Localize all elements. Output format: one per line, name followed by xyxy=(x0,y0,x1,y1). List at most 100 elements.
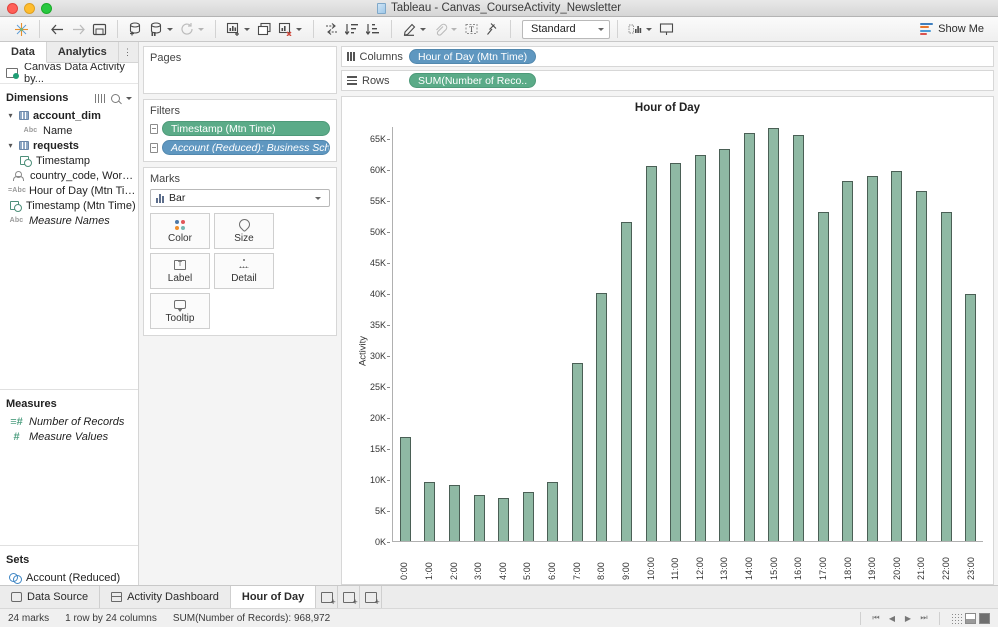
bar-mark[interactable] xyxy=(891,170,903,541)
dimension-row-account-dim[interactable]: ▾ account_dim xyxy=(0,108,138,123)
new-story-tab-button[interactable] xyxy=(360,586,383,608)
dimension-row-hour-of-day[interactable]: =Abc Hour of Day (Mtn Time) xyxy=(0,183,138,198)
show-me-button[interactable]: Show Me xyxy=(920,22,992,36)
bar-mark[interactable] xyxy=(842,180,854,541)
chevron-down-icon[interactable]: ▾ xyxy=(6,141,15,150)
maximize-window-button[interactable] xyxy=(41,2,52,14)
filter-item-account[interactable]: Account (Reduced): Business School ⚭ xyxy=(150,140,330,155)
next-page-icon[interactable]: ▶ xyxy=(901,612,915,625)
bar-mark[interactable] xyxy=(424,482,436,541)
bar-slot[interactable] xyxy=(491,127,516,541)
bar-slot[interactable] xyxy=(614,127,639,541)
bar-slot[interactable] xyxy=(688,127,713,541)
bar-mark[interactable] xyxy=(719,149,731,541)
new-worksheet-tab-button[interactable] xyxy=(316,586,339,608)
plot-area[interactable] xyxy=(392,127,983,542)
tab-hour-of-day[interactable]: Hour of Day xyxy=(230,586,317,608)
dimension-row-requests[interactable]: ▾ requests xyxy=(0,138,138,153)
columns-pill-hour-of-day[interactable]: Hour of Day (Mtn Time) xyxy=(409,49,537,64)
marks-detail-button[interactable]: Detail xyxy=(214,253,274,289)
presentation-icon[interactable] xyxy=(656,19,677,39)
bar-slot[interactable] xyxy=(639,127,664,541)
filter-handle-icon[interactable] xyxy=(150,142,158,153)
bar-slot[interactable] xyxy=(934,127,959,541)
bar-mark[interactable] xyxy=(915,190,927,541)
fit-select[interactable]: Standard xyxy=(522,19,610,39)
chevron-down-icon[interactable]: ▾ xyxy=(6,111,15,120)
back-button[interactable] xyxy=(47,19,68,39)
fit-chart-icon[interactable] xyxy=(625,19,646,39)
bar-slot[interactable] xyxy=(909,127,934,541)
save-button[interactable] xyxy=(89,19,110,39)
previous-page-icon[interactable]: ◀ xyxy=(885,612,899,625)
first-page-icon[interactable]: ⏮ xyxy=(869,612,883,625)
bar-slot[interactable] xyxy=(835,127,860,541)
pages-card[interactable]: Pages xyxy=(143,46,337,94)
dimension-row-hierarchy[interactable]: country_code, Workflow ... xyxy=(0,168,138,183)
tab-data-source[interactable]: Data Source xyxy=(0,586,101,608)
rows-pill-sum-number-of-records[interactable]: SUM(Number of Reco.. xyxy=(409,73,537,88)
clear-sheet-icon[interactable] xyxy=(275,19,296,39)
traffic-light-controls[interactable] xyxy=(7,2,52,14)
forward-button[interactable] xyxy=(68,19,89,39)
bar-slot[interactable] xyxy=(467,127,492,541)
filter-pill[interactable]: Account (Reduced): Business School ⚭ xyxy=(162,140,330,155)
tab-analytics[interactable]: Analytics xyxy=(46,42,119,62)
text-label-icon[interactable]: T xyxy=(461,19,482,39)
refresh-dropdown-caret[interactable] xyxy=(198,27,204,31)
group-dropdown-caret[interactable] xyxy=(451,27,457,31)
search-icon[interactable] xyxy=(111,93,120,103)
bar-mark[interactable] xyxy=(620,221,632,541)
dimension-row-timestamp-mtn[interactable]: Timestamp (Mtn Time) xyxy=(0,198,138,213)
datasource-dropdown-caret[interactable] xyxy=(167,27,173,31)
filter-handle-icon[interactable] xyxy=(150,123,158,134)
bar-mark[interactable] xyxy=(596,292,608,541)
highlighter-icon[interactable] xyxy=(399,19,420,39)
paperclip-icon[interactable] xyxy=(430,19,451,39)
bar-slot[interactable] xyxy=(786,127,811,541)
mark-type-select[interactable]: Bar xyxy=(150,189,330,207)
bar-mark[interactable] xyxy=(571,363,583,541)
bar-mark[interactable] xyxy=(399,437,411,541)
close-window-button[interactable] xyxy=(7,2,18,14)
dimension-row-timestamp[interactable]: Timestamp xyxy=(0,153,138,168)
minimize-window-button[interactable] xyxy=(24,2,35,14)
bar-mark[interactable] xyxy=(965,294,977,541)
dimension-row-name[interactable]: Abc Name xyxy=(0,123,138,138)
bar-mark[interactable] xyxy=(793,135,805,541)
bar-mark[interactable] xyxy=(940,212,952,541)
bar-slot[interactable] xyxy=(713,127,738,541)
rows-shelf[interactable]: Rows SUM(Number of Reco.. xyxy=(341,70,994,91)
worksheet-view[interactable]: Hour of Day Activity 0K 5K 10K 15K 20K 25K 30K… xyxy=(341,96,994,585)
refresh-icon[interactable] xyxy=(177,19,198,39)
bar-slot[interactable] xyxy=(663,127,688,541)
tab-data[interactable]: Data xyxy=(0,42,47,63)
add-data-source-icon[interactable] xyxy=(125,19,146,39)
marks-label-button[interactable]: T Label xyxy=(150,253,210,289)
bar-mark[interactable] xyxy=(498,498,510,541)
bar-slot[interactable] xyxy=(860,127,885,541)
filters-card[interactable]: Filters Timestamp (Mtn Time) Account (Re… xyxy=(143,99,337,162)
bar-slot[interactable] xyxy=(590,127,615,541)
measure-row-number-of-records[interactable]: ≡# Number of Records xyxy=(0,414,138,429)
clear-dropdown-caret[interactable] xyxy=(296,27,302,31)
new-sheet-dropdown-caret[interactable] xyxy=(244,27,250,31)
filter-item-timestamp[interactable]: Timestamp (Mtn Time) xyxy=(150,121,330,136)
pane-options-icon[interactable]: ⋮ xyxy=(123,42,138,62)
bar-slot[interactable] xyxy=(811,127,836,541)
chevron-down-icon[interactable] xyxy=(126,96,132,100)
bar-mark[interactable] xyxy=(473,495,485,541)
bar-mark[interactable] xyxy=(866,175,878,541)
bar-mark[interactable] xyxy=(817,212,829,541)
split-view-icon[interactable] xyxy=(965,612,976,624)
last-page-icon[interactable]: ⏭ xyxy=(917,612,931,625)
bar-slot[interactable] xyxy=(565,127,590,541)
swap-rows-columns-icon[interactable] xyxy=(321,19,342,39)
bar-slot[interactable] xyxy=(393,127,418,541)
duplicate-sheet-icon[interactable] xyxy=(254,19,275,39)
group-by-icon[interactable] xyxy=(94,93,105,103)
sort-ascending-icon[interactable] xyxy=(342,19,363,39)
bar-slot[interactable] xyxy=(762,127,787,541)
pause-data-source-icon[interactable] xyxy=(146,19,167,39)
bar-mark[interactable] xyxy=(522,492,534,541)
